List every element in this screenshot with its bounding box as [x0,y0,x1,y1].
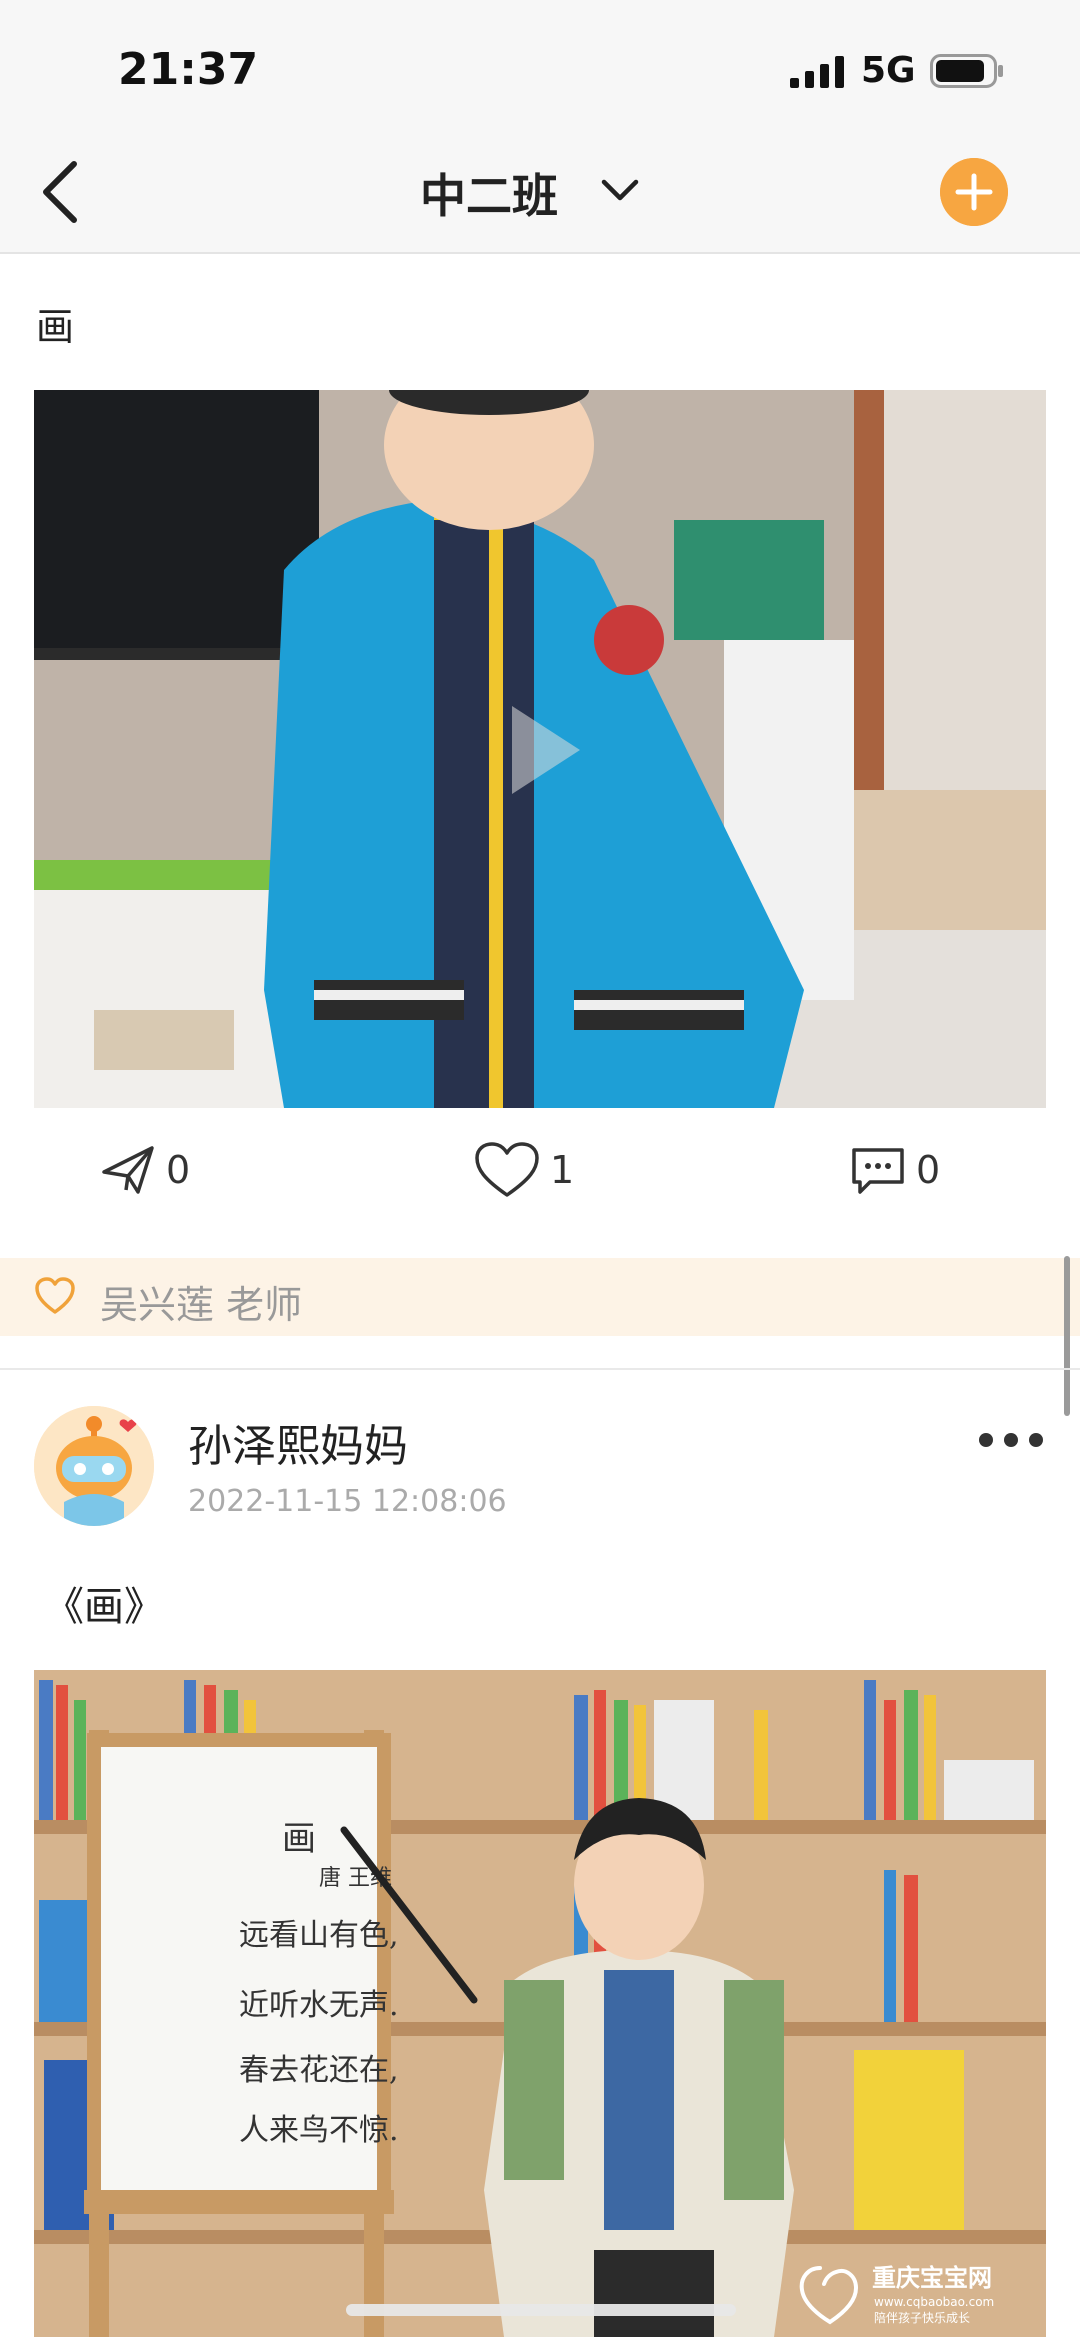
home-indicator[interactable] [346,2304,736,2316]
more-options-icon[interactable] [976,1428,1046,1452]
comment-count: 0 [916,1148,941,1192]
share-count: 0 [166,1148,191,1192]
svg-text:陪伴孩子快乐成长: 陪伴孩子快乐成长 [874,2310,970,2325]
network-type: 5G [861,50,916,91]
likes-bar: 吴兴莲 老师 [0,1258,1080,1336]
add-post-button[interactable] [940,158,1008,226]
post-photo[interactable]: 画 唐 王维 远看山有色, 近听水无声. 春去花还在, 人来鸟不惊. [34,1670,1046,2337]
paper-plane-icon [102,1146,154,1194]
post-timestamp: 2022-11-15 12:08:06 [188,1484,507,1519]
scrollbar[interactable] [1064,1256,1070,1416]
comment-icon [852,1148,904,1194]
heart-outline-icon [35,1277,75,1314]
battery-icon [930,54,1003,88]
status-bar: 21:37 5G [0,0,1080,130]
liked-by-names[interactable]: 吴兴莲 老师 [100,1274,302,1329]
poem-line: 远看山有色, [239,1918,399,1953]
poem-line: 人来鸟不惊. [239,2113,399,2148]
poem-line: 春去花还在, [239,2053,399,2088]
author-name[interactable]: 孙泽熙妈妈 [188,1410,408,1474]
share-action[interactable]: 0 [100,1130,190,1210]
status-time: 21:37 [118,44,259,95]
post-actions: 0 1 0 [0,1130,1080,1210]
play-icon[interactable] [506,700,586,800]
like-action[interactable]: 1 [474,1130,574,1210]
back-button[interactable] [36,156,96,226]
heart-icon [475,1142,539,1197]
photo-scene: 画 唐 王维 远看山有色, 近听水无声. 春去花还在, 人来鸟不惊. [34,1670,1046,2337]
poem-title: 画 [282,1819,316,1859]
avatar[interactable] [34,1406,154,1526]
post-divider [0,1368,1080,1370]
watermark-logo: 重庆宝宝网 www.cqbaobao.com 陪伴孩子快乐成长 [799,2264,994,2325]
poem-line: 近听水无声. [239,1988,399,2023]
nav-bar: 中二班 [0,130,1080,254]
chevron-down-icon[interactable] [600,176,640,206]
like-count: 1 [550,1148,575,1192]
svg-text:重庆宝宝网: 重庆宝宝网 [872,2264,992,2292]
class-title[interactable]: 中二班 [420,160,558,226]
svg-text:www.cqbaobao.com: www.cqbaobao.com [874,2295,994,2309]
signal-bars-icon [790,56,844,88]
post-text: 《画》 [44,1584,164,1630]
robot-avatar-icon [34,1406,154,1526]
post-text: 画 [36,305,75,349]
comment-action[interactable]: 0 [850,1130,940,1210]
